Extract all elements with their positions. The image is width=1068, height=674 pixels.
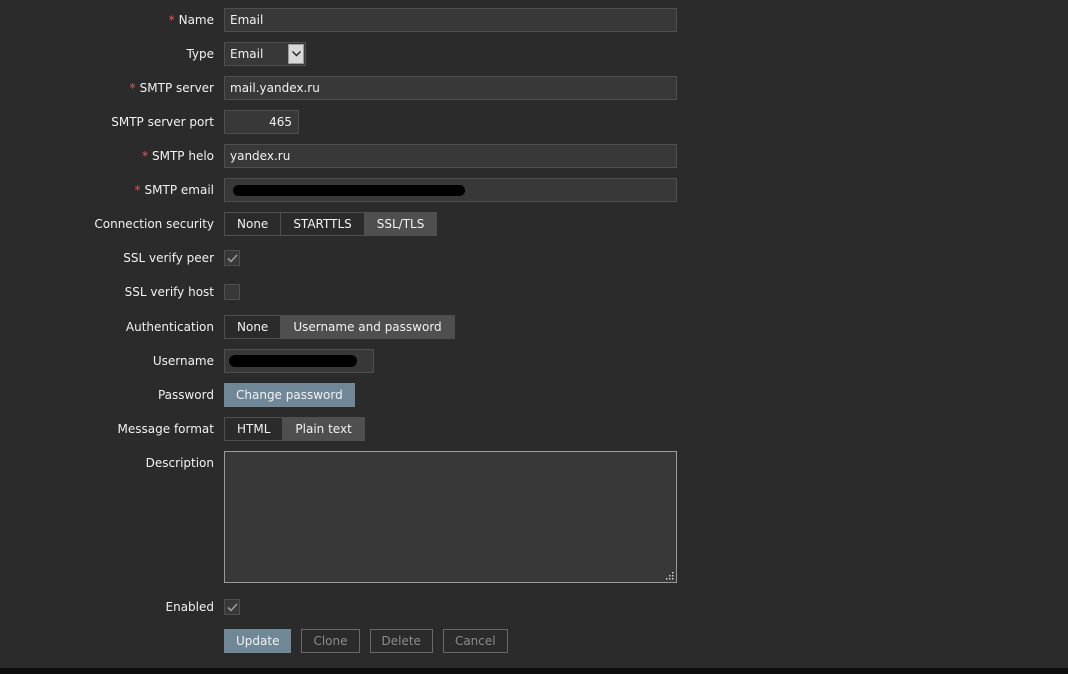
ssl-verify-peer-label: SSL verify peer: [123, 251, 214, 265]
checkmark-icon: [227, 603, 238, 612]
message-format-html[interactable]: HTML: [225, 418, 284, 440]
bottom-edge: [0, 668, 1068, 674]
row-ssl-verify-host: SSL verify host: [0, 280, 1068, 304]
message-format-plain-text[interactable]: Plain text: [283, 418, 364, 440]
name-label-text: Name: [178, 13, 214, 27]
password-label: Password: [157, 388, 214, 402]
clone-button[interactable]: Clone: [301, 629, 360, 653]
enabled-checkbox[interactable]: [224, 599, 240, 615]
connection-security-label: Connection security: [94, 217, 214, 231]
checkmark-icon: [227, 254, 238, 263]
chevron-down-icon[interactable]: [288, 44, 304, 64]
required-marker: *: [134, 183, 141, 197]
type-select[interactable]: Email: [224, 42, 306, 66]
row-ssl-verify-peer: SSL verify peer: [0, 246, 1068, 270]
row-username: Username: [0, 349, 1068, 373]
username-input[interactable]: [224, 349, 374, 373]
smtp-server-label-text: SMTP server: [139, 81, 214, 95]
authentication-none[interactable]: None: [225, 316, 282, 338]
row-name: * Name Email: [0, 8, 1068, 32]
smtp-email-input[interactable]: [224, 178, 677, 202]
row-authentication: Authentication None Username and passwor…: [0, 315, 1068, 339]
smtp-helo-label-text: SMTP helo: [151, 149, 214, 163]
redaction-scribble: [233, 185, 465, 196]
smtp-port-input[interactable]: 465: [224, 110, 299, 134]
description-label: Description: [145, 456, 214, 470]
smtp-email-label: * SMTP email: [135, 178, 214, 202]
authentication-segmented: None Username and password: [224, 315, 455, 339]
cancel-button[interactable]: Cancel: [442, 629, 508, 653]
smtp-port-label: SMTP server port: [111, 115, 214, 129]
delete-button[interactable]: Delete: [369, 629, 433, 653]
redaction-scribble: [229, 355, 357, 367]
smtp-helo-input[interactable]: yandex.ru: [224, 144, 677, 168]
row-password: Password Change password: [0, 383, 1068, 407]
row-connection-security: Connection security None STARTTLS SSL/TL…: [0, 212, 1068, 236]
media-type-form: * Name Email Type Email * SMTP server mail…: [0, 0, 1068, 674]
row-smtp-port: SMTP server port 465: [0, 110, 1068, 134]
row-message-format: Message format HTML Plain text: [0, 417, 1068, 441]
name-input[interactable]: Email: [224, 8, 677, 32]
row-smtp-email: * SMTP email: [0, 178, 1068, 202]
required-marker: *: [141, 149, 148, 163]
type-label: Type: [186, 47, 214, 61]
row-description: Description: [0, 451, 1068, 583]
connection-security-segmented: None STARTTLS SSL/TLS: [224, 212, 438, 236]
change-password-button[interactable]: Change password: [224, 383, 355, 407]
required-marker: *: [129, 81, 136, 95]
row-enabled: Enabled: [0, 595, 1068, 619]
connection-security-ssl-tls[interactable]: SSL/TLS: [364, 213, 437, 235]
row-type: Type Email: [0, 42, 1068, 66]
smtp-server-label: * SMTP server: [130, 76, 214, 100]
connection-security-none[interactable]: None: [225, 213, 282, 235]
authentication-username-password[interactable]: Username and password: [281, 316, 454, 338]
ssl-verify-peer-checkbox[interactable]: [224, 250, 240, 266]
ssl-verify-host-checkbox[interactable]: [224, 284, 240, 300]
form-actions: Update Clone Delete Cancel: [224, 629, 508, 653]
smtp-server-input[interactable]: mail.yandex.ru: [224, 76, 677, 100]
connection-security-starttls[interactable]: STARTTLS: [281, 213, 365, 235]
smtp-helo-label: * SMTP helo: [142, 144, 214, 168]
smtp-email-label-text: SMTP email: [144, 183, 214, 197]
required-marker: *: [168, 13, 175, 27]
authentication-label: Authentication: [125, 320, 214, 334]
username-label: Username: [152, 354, 214, 368]
name-label: * Name: [169, 8, 214, 32]
description-textarea[interactable]: [224, 451, 677, 583]
ssl-verify-host-label: SSL verify host: [124, 285, 214, 299]
row-smtp-server: * SMTP server mail.yandex.ru: [0, 76, 1068, 100]
resize-grip-icon[interactable]: [666, 572, 674, 580]
row-smtp-helo: * SMTP helo yandex.ru: [0, 144, 1068, 168]
message-format-segmented: HTML Plain text: [224, 417, 365, 441]
enabled-label: Enabled: [165, 600, 215, 614]
message-format-label: Message format: [117, 422, 214, 436]
update-button[interactable]: Update: [224, 629, 292, 653]
type-select-value: Email: [230, 47, 264, 61]
